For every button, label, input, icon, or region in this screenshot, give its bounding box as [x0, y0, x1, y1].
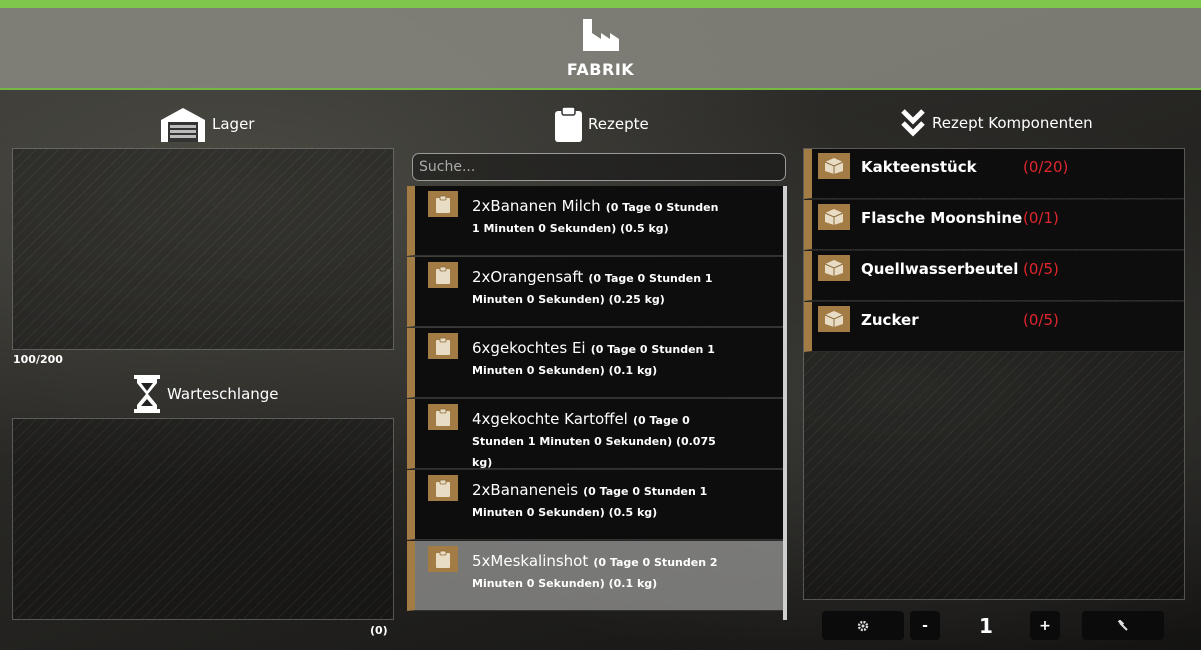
components-title: Rezept Komponenten: [900, 108, 1093, 138]
craft-button[interactable]: [1082, 611, 1164, 640]
recipe-list-item[interactable]: 2xOrangensaft (0 Tage 0 Stunden 1 Minute…: [407, 257, 787, 327]
component-name: Zucker: [861, 311, 919, 329]
recipe-list-item[interactable]: 6xgekochtes Ei (0 Tage 0 Stunden 1 Minut…: [407, 328, 787, 398]
component-name: Flasche Moonshine: [861, 209, 1023, 227]
recipe-item-icon: [428, 262, 458, 288]
recipe-item-icon: [428, 475, 458, 501]
component-list-item[interactable]: Zucker (0/5): [804, 302, 1184, 352]
recipe-item-name: 2xBananeneis: [472, 481, 579, 499]
clipboard-icon: [555, 106, 582, 142]
page-title: FABRIK: [566, 60, 635, 79]
clipboard-icon: [436, 266, 450, 284]
recipes-title: Rezepte: [555, 106, 649, 142]
component-count: (0/1): [1023, 209, 1059, 227]
recipe-item-icon: [428, 333, 458, 359]
increase-button[interactable]: +: [1030, 611, 1060, 640]
box-icon: [824, 311, 844, 327]
factory-icon: [583, 19, 619, 51]
box-icon: [824, 260, 844, 276]
decrease-button[interactable]: -: [910, 611, 940, 640]
component-item-icon: [818, 204, 850, 230]
recipe-item-text: 2xBananeneis (0 Tage 0 Stunden 1 Minuten…: [472, 480, 722, 522]
component-count: (0/5): [1023, 260, 1059, 278]
settings-button[interactable]: [822, 611, 904, 640]
storage-panel[interactable]: [12, 148, 394, 350]
queue-title-label: Warteschlange: [167, 385, 279, 403]
recipe-item-name: 2xBananen Milch: [472, 197, 601, 215]
component-count: (0/20): [1023, 158, 1069, 176]
recipe-item-icon: [428, 191, 458, 217]
recipe-item-name: 2xOrangensaft: [472, 268, 584, 286]
storage-title: Lager: [160, 106, 254, 142]
recipe-list-item[interactable]: 2xBananeneis (0 Tage 0 Stunden 1 Minuten…: [407, 470, 787, 540]
component-list-item[interactable]: Flasche Moonshine (0/1): [804, 200, 1184, 250]
components-panel: Kakteenstück (0/20) Flasche Moonshine (0/1)…: [803, 148, 1185, 600]
components-title-label: Rezept Komponenten: [932, 114, 1093, 132]
recipe-item-name: 5xMeskalinshot: [472, 552, 589, 570]
box-icon: [824, 158, 844, 174]
header-accent-bar: [0, 0, 1201, 8]
clipboard-icon: [436, 337, 450, 355]
recipes-title-label: Rezepte: [588, 115, 649, 133]
hourglass-icon: [134, 375, 160, 413]
recipe-list-item[interactable]: 2xBananen Milch (0 Tage 0 Stunden 1 Minu…: [407, 186, 787, 256]
warehouse-icon: [161, 108, 205, 142]
component-count: (0/5): [1023, 311, 1059, 329]
recipe-item-text: 2xOrangensaft (0 Tage 0 Stunden 1 Minute…: [472, 267, 722, 309]
component-list-item[interactable]: Quellwasserbeutel (0/5): [804, 251, 1184, 301]
recipe-item-icon: [428, 404, 458, 430]
recipe-list-item[interactable]: 4xgekochte Kartoffel (0 Tage 0 Stunden 1…: [407, 399, 787, 469]
recipe-item-text: 2xBananen Milch (0 Tage 0 Stunden 1 Minu…: [472, 196, 722, 238]
box-icon: [824, 209, 844, 225]
clipboard-icon: [436, 479, 450, 497]
queue-count: (0): [370, 624, 388, 637]
hammer-icon: [1117, 619, 1128, 631]
header-bar: FABRIK: [0, 8, 1201, 90]
storage-capacity: 100/200: [13, 353, 63, 366]
queue-panel[interactable]: [12, 418, 394, 620]
recipe-item-text: 6xgekochtes Ei (0 Tage 0 Stunden 1 Minut…: [472, 338, 722, 380]
component-item-icon: [818, 255, 850, 281]
clipboard-icon: [436, 195, 450, 213]
recipe-item-icon: [428, 546, 458, 572]
component-name: Kakteenstück: [861, 158, 977, 176]
recipe-list: 2xBananen Milch (0 Tage 0 Stunden 1 Minu…: [407, 186, 787, 620]
clipboard-icon: [436, 550, 450, 568]
component-item-icon: [818, 153, 850, 179]
component-item-icon: [818, 306, 850, 332]
recipe-list-item[interactable]: 5xMeskalinshot (0 Tage 0 Stunden 2 Minut…: [407, 541, 787, 611]
double-chevron-down-icon: [901, 109, 925, 137]
search-input[interactable]: [412, 153, 786, 181]
queue-title: Warteschlange: [133, 375, 279, 413]
recipe-item-name: 4xgekochte Kartoffel: [472, 410, 628, 428]
clipboard-icon: [436, 408, 450, 426]
recipe-scrollbar[interactable]: [783, 186, 787, 620]
component-name: Quellwasserbeutel: [861, 260, 1019, 278]
storage-title-label: Lager: [212, 115, 255, 133]
quantity-value[interactable]: 1: [963, 611, 1009, 640]
recipe-item-text: 4xgekochte Kartoffel (0 Tage 0 Stunden 1…: [472, 409, 722, 472]
recipe-item-name: 6xgekochtes Ei: [472, 339, 586, 357]
recipe-item-text: 5xMeskalinshot (0 Tage 0 Stunden 2 Minut…: [472, 551, 722, 593]
gear-icon: [857, 620, 869, 631]
component-list-item[interactable]: Kakteenstück (0/20): [804, 149, 1184, 199]
